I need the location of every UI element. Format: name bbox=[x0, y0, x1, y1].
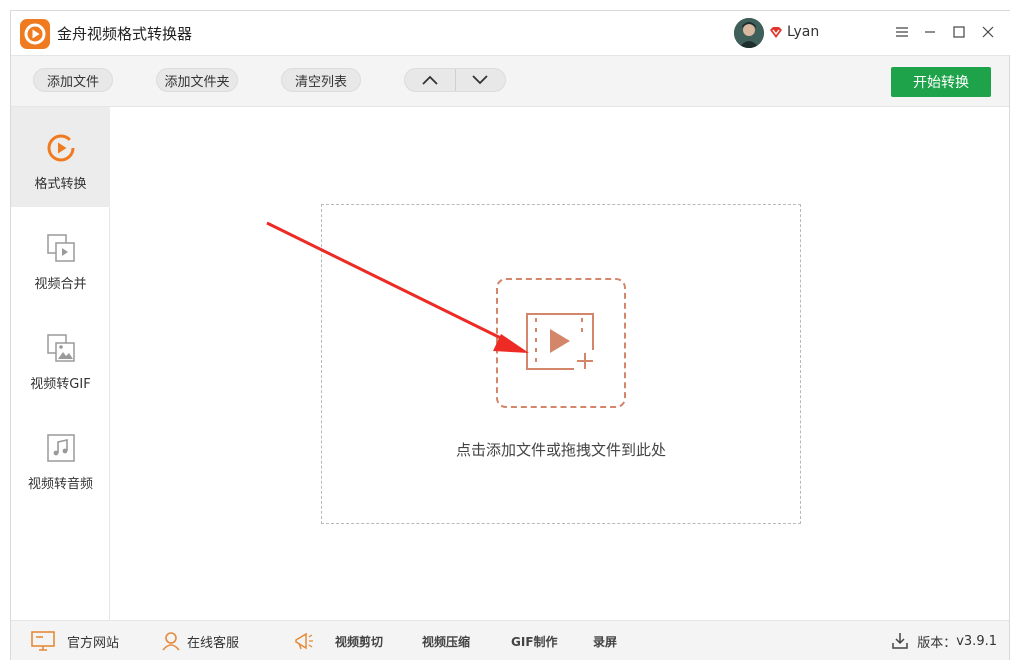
sidebar-item-label: 视频合并 bbox=[34, 277, 87, 292]
add-file-button[interactable]: 添加文件 bbox=[33, 68, 113, 92]
add-video-icon bbox=[526, 313, 596, 372]
reorder-buttons bbox=[404, 68, 506, 92]
file-drop-zone[interactable]: 点击添加文件或拖拽文件到此处 bbox=[321, 204, 801, 524]
version-number: v3.9.1 bbox=[956, 633, 997, 649]
close-icon[interactable] bbox=[977, 21, 999, 43]
main-content: 点击添加文件或拖拽文件到此处 bbox=[111, 107, 1009, 620]
maximize-icon[interactable] bbox=[948, 21, 970, 43]
app-logo-icon bbox=[20, 19, 50, 49]
monitor-icon bbox=[31, 631, 55, 651]
footer: 官方网站 在线客服 视频剪切 视频压缩 GIF制作 录屏 版本： v3.9.1 bbox=[11, 620, 1009, 660]
user-support-icon bbox=[161, 631, 181, 651]
app-window: 金舟视频格式转换器 Lyan 添加文件 添加文件夹 清空列表 开始转换 格式转换… bbox=[10, 10, 1011, 660]
menu-icon[interactable] bbox=[891, 21, 913, 43]
screen-record-link[interactable]: 录屏 bbox=[593, 621, 617, 661]
sidebar-item-format-convert[interactable]: 格式转换 bbox=[11, 107, 110, 207]
move-down-button[interactable] bbox=[454, 69, 506, 91]
title-bar: 金舟视频格式转换器 Lyan bbox=[11, 11, 1011, 55]
official-website-link[interactable]: 官方网站 bbox=[31, 621, 119, 661]
video-merge-icon bbox=[47, 234, 75, 262]
sidebar-item-video-merge[interactable]: 视频合并 bbox=[11, 207, 110, 307]
megaphone-icon bbox=[293, 631, 315, 651]
chevron-up-icon bbox=[422, 75, 438, 85]
version-label: 版本： bbox=[917, 635, 957, 651]
video-compress-link[interactable]: 视频压缩 bbox=[422, 621, 470, 661]
online-support-label: 在线客服 bbox=[187, 635, 240, 651]
avatar[interactable] bbox=[734, 18, 764, 48]
sidebar-item-label: 格式转换 bbox=[34, 177, 87, 192]
sidebar: 格式转换 视频合并 视频转GIF 视频转音频 bbox=[11, 107, 110, 620]
sidebar-item-label: 视频转GIF bbox=[30, 377, 91, 392]
download-icon bbox=[891, 632, 909, 650]
sidebar-item-video-to-gif[interactable]: 视频转GIF bbox=[11, 307, 110, 407]
app-title: 金舟视频格式转换器 bbox=[57, 25, 193, 43]
username[interactable]: Lyan bbox=[787, 24, 819, 40]
start-convert-button[interactable]: 开始转换 bbox=[891, 67, 991, 97]
chevron-down-icon bbox=[472, 75, 488, 85]
drop-hint-text: 点击添加文件或拖拽文件到此处 bbox=[455, 441, 666, 459]
add-folder-button[interactable]: 添加文件夹 bbox=[156, 68, 238, 92]
minimize-icon[interactable] bbox=[919, 21, 941, 43]
add-video-area[interactable] bbox=[496, 278, 626, 408]
sidebar-item-video-to-audio[interactable]: 视频转音频 bbox=[11, 407, 110, 507]
video-to-gif-icon bbox=[47, 334, 75, 362]
gif-maker-link[interactable]: GIF制作 bbox=[511, 621, 558, 661]
vip-diamond-icon bbox=[770, 27, 782, 38]
toolbar: 添加文件 添加文件夹 清空列表 开始转换 bbox=[11, 55, 1009, 107]
video-cut-link[interactable]: 视频剪切 bbox=[335, 621, 383, 661]
online-support-link[interactable]: 在线客服 bbox=[161, 621, 239, 661]
clear-list-button[interactable]: 清空列表 bbox=[281, 68, 361, 92]
version-info[interactable]: 版本： v3.9.1 bbox=[891, 621, 997, 661]
sidebar-item-label: 视频转音频 bbox=[27, 477, 93, 492]
move-up-button[interactable] bbox=[405, 69, 455, 91]
official-website-label: 官方网站 bbox=[67, 635, 120, 651]
video-to-audio-icon bbox=[47, 434, 75, 462]
format-convert-icon bbox=[47, 134, 75, 162]
tools-megaphone bbox=[293, 621, 321, 661]
